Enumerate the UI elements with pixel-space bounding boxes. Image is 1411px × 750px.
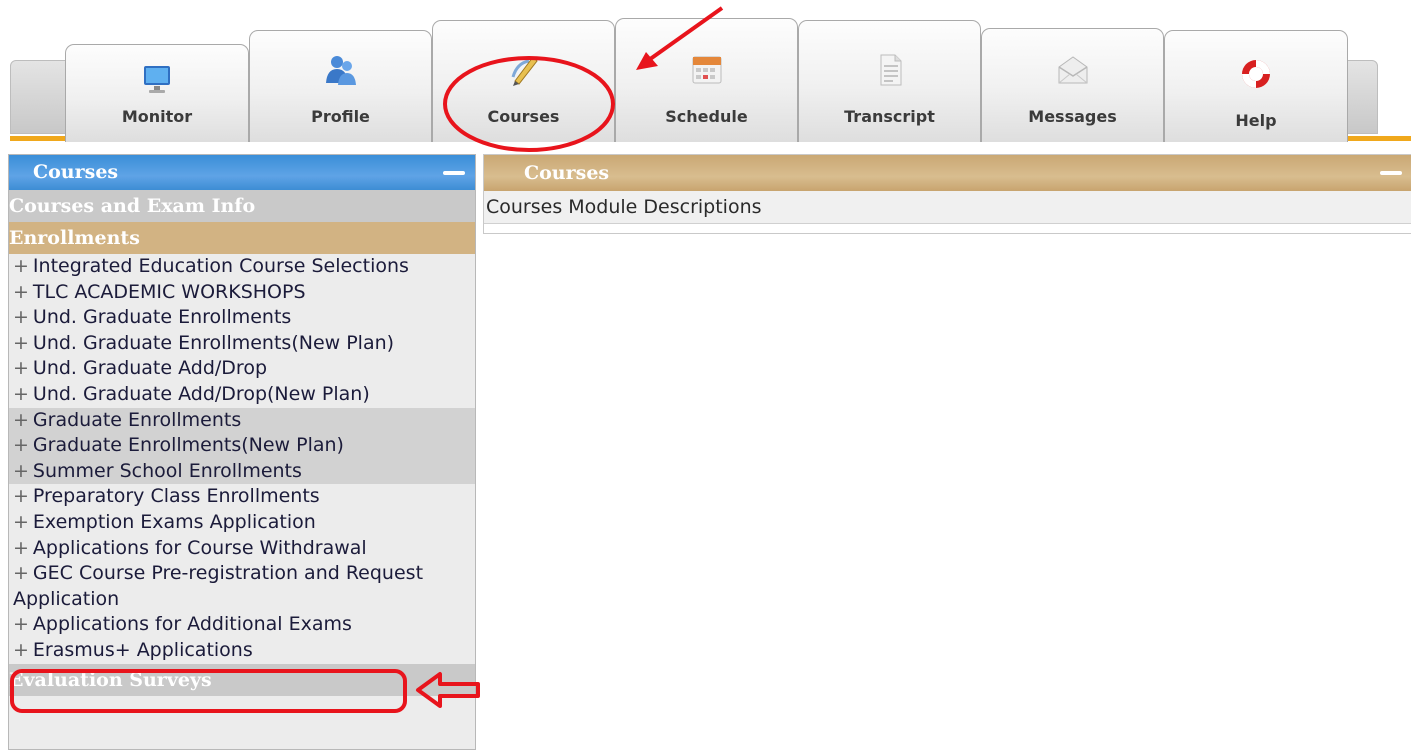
- tab-messages[interactable]: Messages: [981, 28, 1164, 142]
- content-panel: Courses Courses Module Descriptions: [483, 154, 1411, 234]
- tab-label: Profile: [311, 107, 370, 126]
- left-panel-title: Courses: [33, 161, 119, 183]
- menu-item[interactable]: + TLC ACADEMIC WORKSHOPS: [9, 280, 475, 306]
- section-courses-exam-info[interactable]: Courses and Exam Info: [9, 190, 475, 222]
- enrollments-menu: + Integrated Education Course Selections …: [9, 254, 475, 664]
- tab-profile[interactable]: Profile: [249, 30, 432, 142]
- tab-label: Schedule: [665, 107, 748, 126]
- monitor-icon: [140, 63, 174, 97]
- module-description: Courses Module Descriptions: [484, 191, 1411, 224]
- left-panel-header: Courses: [9, 155, 475, 190]
- tab-label: Monitor: [121, 107, 193, 126]
- tab-schedule[interactable]: Schedule: [615, 18, 798, 142]
- profile-users-icon: [324, 53, 358, 87]
- menu-item[interactable]: + Applications for Course Withdrawal: [9, 536, 475, 562]
- section-evaluation-surveys[interactable]: Evaluation Surveys: [9, 663, 475, 696]
- tab-courses[interactable]: Courses: [432, 20, 615, 142]
- tab-bar-left-edge: [10, 60, 70, 134]
- document-icon: [873, 53, 907, 87]
- tab-label: Messages: [1028, 107, 1117, 126]
- left-nav-panel: Courses Courses and Exam Info Enrollment…: [8, 154, 476, 750]
- tab-help[interactable]: Help: [1164, 30, 1348, 142]
- collapse-icon[interactable]: [443, 171, 465, 175]
- tab-bar-accent-line: [10, 136, 70, 141]
- menu-item[interactable]: + Preparatory Class Enrollments: [9, 484, 475, 510]
- menu-item[interactable]: + Summer School Enrollments: [9, 458, 475, 485]
- menu-item[interactable]: + Exemption Exams Application: [9, 510, 475, 536]
- menu-item[interactable]: + Und. Graduate Add/Drop: [9, 356, 475, 382]
- section-enrollments[interactable]: Enrollments: [9, 222, 475, 254]
- menu-item-additional-exams[interactable]: + Applications for Additional Exams: [9, 612, 475, 638]
- menu-item[interactable]: + GEC Course Pre-registration and Request…: [9, 561, 475, 612]
- menu-item[interactable]: + Graduate Enrollments(New Plan): [9, 433, 475, 459]
- collapse-icon[interactable]: [1380, 171, 1402, 175]
- menu-item[interactable]: + Und. Graduate Add/Drop(New Plan): [9, 382, 475, 408]
- content-panel-title: Courses: [524, 162, 610, 184]
- tab-monitor[interactable]: Monitor: [65, 44, 249, 142]
- tab-label: Help: [1235, 111, 1277, 130]
- pencil-paper-icon: [507, 53, 541, 87]
- calendar-icon: [690, 53, 724, 87]
- tab-transcript[interactable]: Transcript: [798, 20, 981, 142]
- tab-label: Transcript: [844, 107, 935, 126]
- tab-bar-accent-line: [1347, 136, 1411, 141]
- menu-item[interactable]: + Und. Graduate Enrollments(New Plan): [9, 331, 475, 357]
- top-tab-bar: Monitor Profile Courses Schedule Transcr…: [0, 0, 1411, 150]
- tab-label: Courses: [487, 107, 560, 126]
- envelope-icon: [1056, 53, 1090, 87]
- tab-bar-right-edge: [1346, 60, 1378, 134]
- menu-item[interactable]: + Graduate Enrollments: [9, 407, 475, 434]
- lifebuoy-icon: [1239, 57, 1273, 91]
- menu-item[interactable]: + Integrated Education Course Selections: [9, 254, 475, 280]
- menu-item[interactable]: + Und. Graduate Enrollments: [9, 305, 475, 331]
- menu-item[interactable]: + Erasmus+ Applications: [9, 638, 475, 664]
- content-panel-header: Courses: [484, 155, 1411, 191]
